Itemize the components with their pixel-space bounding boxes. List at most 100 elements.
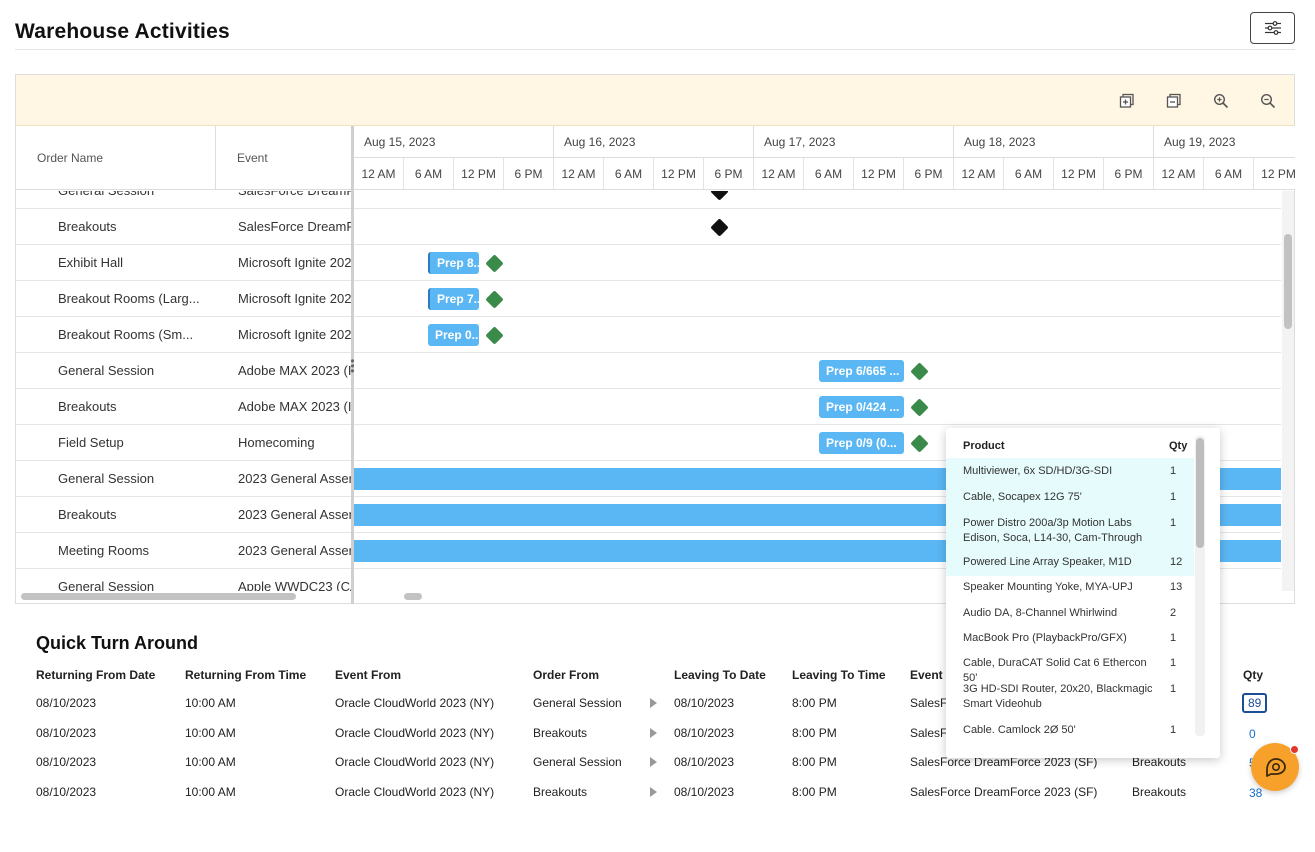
grid-row[interactable]: General Session Adobe MAX 2023 (I xyxy=(16,353,351,389)
column-header: Leaving To Time xyxy=(792,668,886,682)
column-header: Order From xyxy=(533,668,600,682)
column-header: Event From xyxy=(335,668,402,682)
order-name: Field Setup xyxy=(58,435,124,450)
popup-item: Power Distro 200a/3p Motion Labs Edison,… xyxy=(946,511,1194,550)
product-qty: 12 xyxy=(1170,556,1183,568)
qty-link[interactable]: 89 xyxy=(1242,693,1268,713)
zoom-out-button[interactable] xyxy=(1257,90,1279,112)
event-name: Adobe MAX 2023 (I xyxy=(238,363,351,378)
day-header: Aug 17, 2023 xyxy=(754,126,954,158)
product-name: 3G HD-SDI Router, 20x20, Blackmagic Smar… xyxy=(963,683,1153,710)
popup-item: Cable, Socapex 12G 75' 1 xyxy=(946,485,1194,511)
grid-body: General Session SalesForce DreamF Breakou… xyxy=(16,191,351,591)
grid-row[interactable]: Exhibit Hall Microsoft Ignite 202 xyxy=(16,245,351,281)
scrollbar-thumb[interactable] xyxy=(1196,438,1204,548)
event-to: SalesF xyxy=(910,726,948,740)
product-name: Power Distro 200a/3p Motion Labs Edison,… xyxy=(963,517,1143,544)
task-bar[interactable]: Prep 7... xyxy=(428,288,479,310)
grid-row[interactable]: Breakouts SalesForce DreamF xyxy=(16,209,351,245)
hour-header: 12 PM xyxy=(1254,158,1295,189)
event-name: Apple WWDC23 (CA xyxy=(238,579,351,591)
expand-all-icon xyxy=(1119,93,1134,108)
event-from: Oracle CloudWorld 2023 (NY) xyxy=(335,726,495,740)
order-from: General Session xyxy=(533,696,622,710)
collapse-all-button[interactable] xyxy=(1163,90,1185,112)
event-name: SalesForce DreamF xyxy=(238,219,351,234)
hour-header: 6 PM xyxy=(504,158,554,189)
task-bar[interactable]: Prep 8... xyxy=(428,252,479,274)
play-arrow-icon[interactable] xyxy=(650,728,657,738)
order-from: Breakouts xyxy=(533,726,588,740)
play-arrow-icon[interactable] xyxy=(650,698,657,708)
grid-row[interactable]: Breakout Rooms (Larg... Microsoft Ignite … xyxy=(16,281,351,317)
leaving-date: 08/10/2023 xyxy=(674,785,735,799)
product-qty: 1 xyxy=(1170,517,1177,529)
column-header-event[interactable]: Event xyxy=(216,126,351,190)
qty-link[interactable]: 0 xyxy=(1249,727,1256,741)
play-arrow-icon[interactable] xyxy=(650,787,657,797)
grid-row[interactable]: General Session SalesForce DreamF xyxy=(16,191,351,209)
product-qty: 1 xyxy=(1170,632,1177,644)
zoom-in-button[interactable] xyxy=(1210,90,1232,112)
hour-header: 6 AM xyxy=(1204,158,1254,189)
order-name: Breakout Rooms (Larg... xyxy=(58,291,200,306)
timeline-header: Aug 15, 2023 Aug 16, 2023 Aug 17, 2023 A… xyxy=(354,126,1295,190)
grid-row[interactable]: General Session 2023 General Asser xyxy=(16,461,351,497)
settings-button[interactable] xyxy=(1250,12,1295,44)
hour-header: 6 AM xyxy=(1004,158,1054,189)
returning-date: 08/10/2023 xyxy=(36,755,97,769)
popup-header-product: Product xyxy=(963,440,1005,452)
task-bar[interactable]: Prep 0... xyxy=(428,324,479,346)
event-name: 2023 General Asser xyxy=(238,471,351,486)
event-name: 2023 General Asser xyxy=(238,543,351,558)
task-bar[interactable]: Prep 0/9 (0... xyxy=(819,432,904,454)
gantt-toolbar xyxy=(16,75,1294,126)
order-name: Breakouts xyxy=(58,399,117,414)
zoom-in-icon xyxy=(1213,93,1229,109)
product-name: MacBook Pro (PlaybackPro/GFX) xyxy=(963,632,1127,644)
column-header: Event xyxy=(910,668,943,682)
qty-link[interactable]: 38 xyxy=(1249,786,1262,800)
scrollbar-thumb[interactable] xyxy=(1284,234,1292,329)
product-name: Cable. Camlock 2Ø 50' xyxy=(963,724,1076,736)
order-name: Exhibit Hall xyxy=(58,255,124,270)
popup-item: Speaker Mounting Yoke, MYA-UPJ 13 xyxy=(946,576,1194,602)
column-header-order-name[interactable]: Order Name xyxy=(16,126,216,190)
returning-date: 08/10/2023 xyxy=(36,726,97,740)
event-name: SalesForce DreamF xyxy=(238,191,351,209)
event-name: 2023 General Asser xyxy=(238,507,351,522)
grid-row[interactable]: Breakouts Adobe MAX 2023 (I xyxy=(16,389,351,425)
column-header: Leaving To Date xyxy=(674,668,766,682)
timeline-row xyxy=(354,191,1281,209)
product-name: Audio DA, 8-Channel Whirlwind xyxy=(963,607,1118,619)
popup-item: MacBook Pro (PlaybackPro/GFX) 1 xyxy=(946,627,1194,652)
expand-all-button[interactable] xyxy=(1116,90,1138,112)
column-header: Returning From Time xyxy=(185,668,307,682)
scrollbar-thumb[interactable] xyxy=(21,593,296,600)
event-to: SalesForce DreamForce 2023 (SF) xyxy=(910,785,1098,799)
grid-row[interactable]: Meeting Rooms 2023 General Asser xyxy=(16,533,351,569)
grid-row[interactable]: Breakout Rooms (Sm... Microsoft Ignite 20… xyxy=(16,317,351,353)
task-bar[interactable]: Prep 6/665 ... xyxy=(819,360,904,382)
product-name: Speaker Mounting Yoke, MYA-UPJ xyxy=(963,581,1133,593)
grid-horizontal-scrollbar[interactable] xyxy=(19,592,349,602)
grid-row[interactable]: General Session Apple WWDC23 (CA xyxy=(16,569,351,591)
event-name: Homecoming xyxy=(238,435,315,450)
popup-item: Cable, DuraCAT Solid Cat 6 Ethercon 50' 1 xyxy=(946,652,1194,684)
leaving-time: 8:00 PM xyxy=(792,785,837,799)
event-name: Adobe MAX 2023 (I xyxy=(238,399,351,414)
order-from: Breakouts xyxy=(533,785,588,799)
product-name: Multiviewer, 6x SD/HD/3G-SDI xyxy=(963,465,1113,477)
grid-row[interactable]: Field Setup Homecoming xyxy=(16,425,351,461)
scrollbar-thumb[interactable] xyxy=(404,593,422,600)
play-arrow-icon[interactable] xyxy=(650,757,657,767)
section-title: Quick Turn Around xyxy=(36,633,198,653)
product-qty: 1 xyxy=(1170,465,1177,477)
task-bar[interactable]: Prep 0/424 ... xyxy=(819,396,904,418)
timeline-vertical-scrollbar[interactable] xyxy=(1282,191,1294,591)
hour-header: 12 PM xyxy=(654,158,704,189)
grid-row[interactable]: Breakouts 2023 General Asser xyxy=(16,497,351,533)
popup-header-qty: Qty xyxy=(1169,440,1188,452)
popup-scrollbar[interactable] xyxy=(1195,436,1205,736)
column-header: Qty xyxy=(1243,668,1264,682)
